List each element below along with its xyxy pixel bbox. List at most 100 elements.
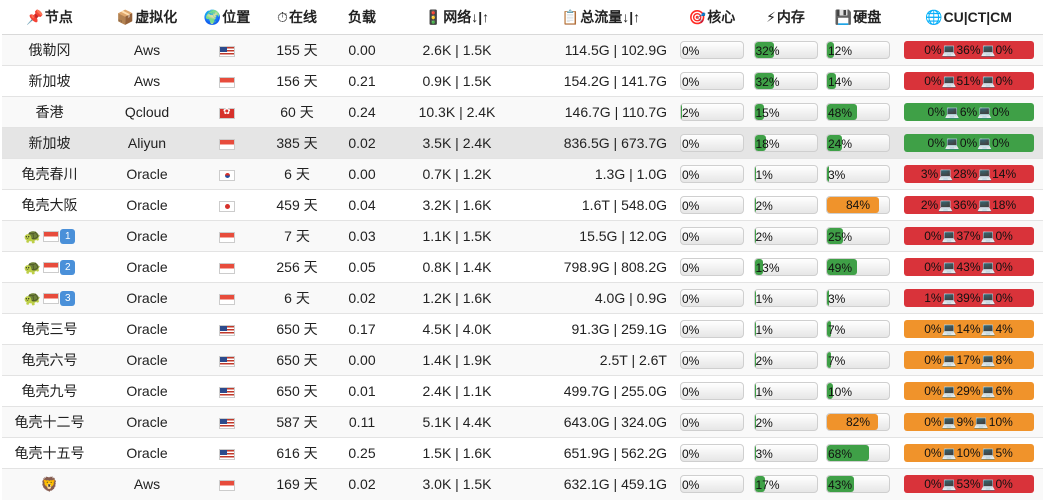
header-mem[interactable]: ⚡内存	[749, 0, 822, 35]
usage-bar-label: 1%	[755, 385, 773, 399]
table-row[interactable]: 俄勒冈 Aws 155 天 0.00 2.6K | 1.5K 114.5G | 102.9…	[2, 34, 1043, 66]
uptime-cell: 256 天	[257, 251, 337, 283]
usage-bar-label: 0%	[682, 230, 700, 244]
location-cell	[197, 96, 257, 128]
table-row[interactable]: 🐢 3 Oracle 6 天 0.02 1.2K | 1.6K 4.0G | 0.9G 0% 1…	[2, 282, 1043, 314]
location-cell	[197, 375, 257, 407]
usage-bar-label: 2%	[682, 106, 700, 120]
traffic-cell: 15.5G | 12.0G	[527, 220, 675, 252]
cpu-cell: 0%	[675, 406, 749, 438]
uptime-cell: 459 天	[257, 189, 337, 221]
traffic-cell: 651.9G | 562.2G	[527, 437, 675, 469]
uptime-cell: 169 天	[257, 468, 337, 500]
network-cell: 0.8K | 1.4K	[387, 251, 527, 283]
uptime-cell: 650 天	[257, 375, 337, 407]
traffic-cell: 154.2G | 141.7G	[527, 65, 675, 97]
memory-cell: 18%	[749, 127, 822, 159]
usage-bar-label: 2%	[755, 199, 773, 213]
uptime-cell: 650 天	[257, 313, 337, 345]
usage-bar: 0%	[680, 196, 744, 214]
hong-kong-flag-icon	[219, 106, 235, 119]
singapore-flag-icon	[43, 231, 60, 243]
disk-cell: 48%	[822, 96, 894, 128]
node-name-cell: 龟壳十五号	[2, 437, 97, 469]
ping-cell: 0%💻53%💻0%	[894, 468, 1043, 500]
table-row[interactable]: 龟壳六号 Oracle 650 天 0.00 1.4K | 1.9K 2.5T | 2.6…	[2, 344, 1043, 376]
header-node[interactable]: 📌节点	[2, 0, 97, 35]
table-row[interactable]: 龟壳九号 Oracle 650 天 0.01 2.4K | 1.1K 499.7G | 2…	[2, 375, 1043, 407]
disk-cell: 7%	[822, 313, 894, 345]
table-row[interactable]: 🦁 Aws 169 天 0.02 3.0K | 1.5K 632.1G | 459.1G 0…	[2, 468, 1043, 500]
table-row[interactable]: 香港 Qcloud 60 天0.2410.3K | 2.4K146.7G | 110…	[2, 96, 1043, 128]
ping-loss-bar: 0%💻53%💻0%	[903, 475, 1034, 494]
header-traffic[interactable]: 📋总流量↓|↑	[527, 0, 675, 35]
memory-cell: 2%	[749, 344, 822, 376]
header-disk[interactable]: 💾硬盘	[822, 0, 894, 35]
cpu-cell: 0%	[675, 65, 749, 97]
usage-bar-label: 0%	[682, 292, 700, 306]
cpu-cell: 0%	[675, 189, 749, 221]
ping-loss-bar: 0%💻29%💻6%	[903, 382, 1034, 400]
node-name-cell: 龟壳十二号	[2, 406, 97, 438]
memory-cell: 32%	[749, 34, 822, 66]
uptime-cell: 6 天	[257, 158, 337, 190]
usage-bar-label: 1%	[755, 168, 773, 182]
header-virt[interactable]: 📦虚拟化	[97, 0, 197, 35]
ping-loss-bar: 0%💻36%💻0%	[903, 41, 1034, 59]
usage-bar: 13%	[753, 258, 818, 276]
node-name: 龟壳九号	[21, 383, 78, 399]
table-row[interactable]: 龟壳三号 Oracle 650 天 0.17 4.5K | 4.0K 91.3G | 25…	[2, 313, 1043, 345]
ping-loss-bar: 0%💻6%💻0%	[903, 103, 1034, 121]
usage-bar-label: 0%	[682, 385, 700, 399]
usage-bar: 84%	[826, 196, 890, 214]
ping-cell: 0%💻51%💻0%	[894, 65, 1043, 97]
traffic-cell: 798.9G | 808.2G	[527, 251, 675, 283]
load-cell: 0.00	[337, 158, 387, 190]
header-network[interactable]: 🚦网络↓|↑	[387, 0, 527, 35]
table-row[interactable]: 新加坡 Aws 156 天 0.21 0.9K | 1.5K 154.2G | 141.7…	[2, 65, 1043, 97]
header-location[interactable]: 🌍位置	[197, 0, 257, 35]
usage-bar-label: 2%	[755, 416, 773, 430]
header-cpu[interactable]: 🎯核心	[675, 0, 749, 35]
usage-bar: 15%	[753, 103, 818, 121]
table-row[interactable]: 龟壳十五号 Oracle 616 天 0.25 1.5K | 1.6K 651.9G | …	[2, 437, 1043, 469]
usage-bar-label: 24%	[828, 137, 853, 151]
table-row[interactable]: 龟壳春川 Oracle 6 天 0.00 0.7K | 1.2K 1.3G | 1.0G 0…	[2, 158, 1043, 190]
usage-bar: 0%	[680, 134, 744, 152]
usage-bar-label: 32%	[755, 44, 780, 58]
cpu-cell: 0%	[675, 282, 749, 314]
ping-loss-bar: 3%💻28%💻14%	[903, 165, 1034, 183]
table-row[interactable]: 🐢 1 Oracle 7 天 0.03 1.1K | 1.5K 15.5G | 12.0G 0…	[2, 220, 1043, 252]
network-cell: 0.7K | 1.2K	[387, 158, 527, 190]
table-row[interactable]: 龟壳十二号 Oracle 587 天 0.11 5.1K | 4.4K 643.0G | …	[2, 406, 1043, 438]
ping-cell: 0%💻43%💻0%	[894, 251, 1043, 283]
ping-loss-bar: 2%💻36%💻18%	[903, 196, 1034, 214]
memory-cell: 1%	[749, 375, 822, 407]
usage-bar-label: 2%	[755, 354, 773, 368]
ping-cell: 0%💻0%💻0%	[894, 127, 1043, 159]
network-cell: 10.3K | 2.4K	[387, 96, 527, 128]
usage-bar: 2%	[753, 413, 818, 431]
table-row[interactable]: 龟壳大阪 Oracle 459 天 0.04 3.2K | 1.6K 1.6T | 548…	[2, 189, 1043, 221]
network-cell: 2.6K | 1.5K	[387, 34, 527, 66]
network-cell: 1.2K | 1.6K	[387, 282, 527, 314]
load-cell: 0.25	[337, 437, 387, 469]
table-row[interactable]: 🐢 2 Oracle 256 天 0.05 0.8K | 1.4K 798.9G | 808…	[2, 251, 1043, 283]
ping-loss-bar: 0%💻10%💻5%	[903, 444, 1034, 462]
header-ping[interactable]: 🌐CU|CT|CM	[894, 0, 1043, 35]
usage-bar-label: 15%	[755, 106, 780, 120]
network-cell: 2.4K | 1.1K	[387, 375, 527, 407]
usage-bar-label: 12%	[828, 44, 853, 58]
usage-bar-label: 10%	[828, 385, 853, 399]
cpu-cell: 0%	[675, 375, 749, 407]
us-flag-icon	[219, 417, 235, 429]
usage-bar: 2%	[680, 103, 744, 121]
virt-cell: Qcloud	[97, 96, 197, 128]
usage-bar: 1%	[753, 320, 818, 338]
location-cell	[197, 344, 257, 376]
traffic-cell: 632.1G | 459.1G	[527, 468, 675, 500]
table-row[interactable]: 新加坡 Aliyun 385 天 0.02 3.5K | 2.4K 836.5G | 67…	[2, 127, 1043, 159]
header-uptime[interactable]: ⏱在线	[257, 0, 337, 35]
singapore-flag-icon	[219, 293, 235, 305]
header-load[interactable]: 负载	[337, 0, 387, 35]
